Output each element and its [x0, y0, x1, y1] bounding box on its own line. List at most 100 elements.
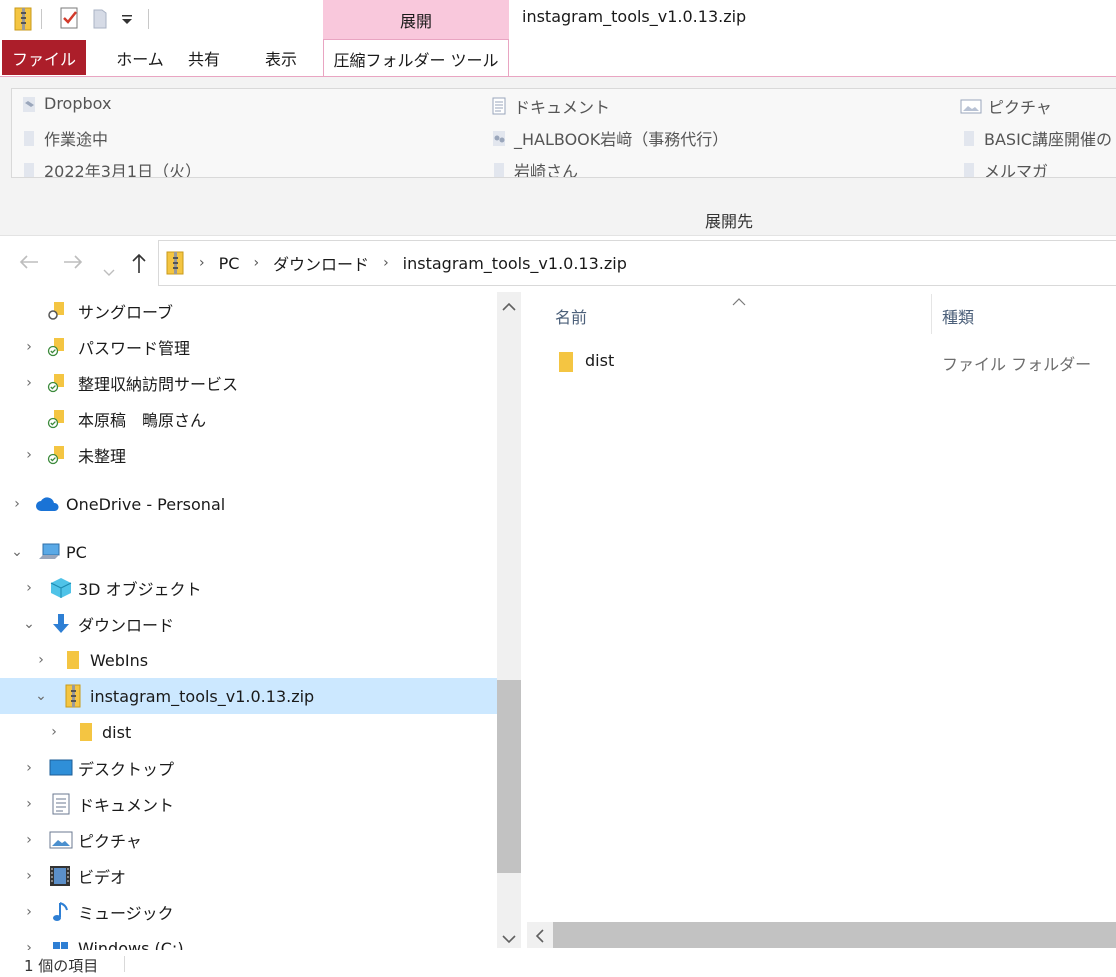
forward-arrow-icon[interactable] — [62, 252, 84, 276]
navigation-bar: › PC › ダウンロード › instagram_tools_v1.0.13.… — [0, 235, 1116, 291]
destination-item[interactable]: _HALBOOK岩﨑（事務代行） — [490, 126, 728, 150]
zip-folder-icon — [165, 250, 185, 276]
destination-item[interactable]: 岩崎さん — [490, 158, 579, 178]
destination-label: 岩崎さん — [514, 162, 579, 178]
tree-item[interactable]: 本原稿 鴫原さん — [0, 401, 497, 437]
expand-chevron-icon[interactable]: › — [21, 904, 37, 920]
column-header-name[interactable]: 名前 — [555, 304, 587, 328]
expand-chevron-icon[interactable]: › — [46, 724, 62, 740]
destination-item[interactable]: BASIC講座開催の — [960, 126, 1112, 150]
up-arrow-icon[interactable] — [130, 252, 148, 279]
tree-item[interactable]: ⌄ ダウンロード — [0, 606, 497, 642]
expand-chevron-icon[interactable]: › — [33, 652, 49, 668]
breadcrumb-downloads[interactable]: ダウンロード — [273, 251, 369, 275]
zip-folder-icon[interactable] — [12, 6, 34, 36]
tree-item[interactable]: › WebIns — [0, 642, 497, 678]
new-folder-icon[interactable] — [92, 6, 110, 34]
column-header-type[interactable]: 種類 — [942, 304, 974, 328]
tree-item-label: デスクトップ — [78, 760, 175, 779]
expand-chevron-icon[interactable]: › — [21, 339, 37, 355]
tree-scrollbar-thumb[interactable] — [497, 680, 521, 873]
tree-item-label: dist — [102, 722, 132, 742]
tree-item-pc[interactable]: ⌄ PC — [0, 534, 497, 570]
tree-item[interactable]: › 整理収納訪問サービス — [0, 365, 497, 401]
breadcrumb-chevron-icon[interactable]: › — [199, 255, 205, 271]
tree-item-label: OneDrive - Personal — [66, 494, 226, 514]
scroll-left-icon[interactable] — [535, 928, 545, 947]
tree-item[interactable]: › ミュージック — [0, 894, 497, 930]
breadcrumb-chevron-icon[interactable]: › — [383, 255, 389, 271]
tab-compressed-folder-tools[interactable]: 圧縮フォルダー ツール — [323, 39, 509, 77]
folder-icon — [556, 351, 576, 377]
tree-item[interactable]: › 3D オブジェクト — [0, 570, 497, 606]
column-divider[interactable] — [931, 294, 932, 334]
collapse-chevron-icon[interactable]: ⌄ — [33, 688, 49, 704]
tab-share[interactable]: 共有 — [168, 39, 240, 76]
tree-item-selected[interactable]: ⌄ instagram_tools_v1.0.13.zip — [0, 678, 497, 714]
destination-item[interactable]: ピクチャ — [960, 94, 1052, 118]
desktop-icon — [49, 758, 73, 778]
tree-item[interactable]: › ピクチャ — [0, 822, 497, 858]
tree-item-label: サングローブ — [78, 303, 174, 322]
customize-qat-icon[interactable] — [121, 11, 133, 30]
qat-separator — [41, 9, 42, 29]
back-arrow-icon[interactable] — [18, 252, 40, 276]
videos-icon — [49, 865, 71, 887]
list-item-type: ファイル フォルダー — [942, 355, 1092, 374]
expand-chevron-icon[interactable]: › — [9, 496, 25, 512]
scroll-down-icon[interactable] — [502, 930, 516, 948]
expand-chevron-icon[interactable]: › — [21, 796, 37, 812]
recent-locations-chevron-icon[interactable] — [103, 258, 115, 282]
destination-item[interactable]: 作業途中 — [20, 126, 108, 150]
destination-label: メルマガ — [984, 162, 1049, 178]
tree-item-label: ダウンロード — [78, 616, 175, 635]
tree-item-label: ビデオ — [78, 868, 127, 887]
scroll-up-icon[interactable] — [502, 298, 516, 316]
tab-file[interactable]: ファイル — [2, 40, 86, 75]
tree-item-label: 本原稿 鴫原さん — [78, 411, 207, 430]
scroll-left-button[interactable] — [527, 922, 553, 948]
destination-item[interactable]: 2022年3月1日（火） — [20, 158, 201, 177]
pc-icon — [37, 542, 61, 562]
tree-item-label: 整理収納訪問サービス — [78, 375, 239, 394]
expand-chevron-icon[interactable]: › — [21, 580, 37, 596]
tree-item[interactable]: サングローブ — [0, 293, 497, 329]
synced-folder-icon — [47, 337, 67, 357]
breadcrumb-current-zip[interactable]: instagram_tools_v1.0.13.zip — [403, 254, 627, 273]
extract-destination-gallery: Dropbox 作業途中 2022年3月1日（火） ドキュメント _HALBOO… — [11, 88, 1116, 178]
tree-item[interactable]: › デスクトップ — [0, 750, 497, 786]
expand-chevron-icon[interactable]: › — [21, 832, 37, 848]
tree-item-label: ピクチャ — [78, 832, 142, 851]
tree-item[interactable]: › ビデオ — [0, 858, 497, 894]
address-bar[interactable]: › PC › ダウンロード › instagram_tools_v1.0.13.… — [158, 240, 1116, 286]
tree-item-onedrive[interactable]: › OneDrive - Personal — [0, 486, 497, 522]
tree-item[interactable]: › パスワード管理 — [0, 329, 497, 365]
expand-chevron-icon[interactable]: › — [21, 375, 37, 391]
onedrive-icon — [35, 496, 61, 516]
tab-view[interactable]: 表示 — [245, 39, 317, 76]
synced-folder-icon — [47, 445, 67, 465]
status-divider — [124, 956, 125, 972]
collapse-chevron-icon[interactable]: ⌄ — [21, 616, 37, 632]
breadcrumb-pc[interactable]: PC — [219, 254, 240, 273]
destination-label: BASIC講座開催の — [984, 130, 1112, 149]
breadcrumb-chevron-icon[interactable]: › — [253, 255, 259, 271]
collapse-chevron-icon[interactable]: ⌄ — [9, 544, 25, 560]
item-count: 1 個の項目 — [24, 957, 99, 975]
tree-item[interactable]: › 未整理 — [0, 437, 497, 473]
properties-icon[interactable] — [59, 6, 81, 34]
folder-icon — [24, 163, 34, 177]
tree-item[interactable]: › ドキュメント — [0, 786, 497, 822]
tree-item[interactable]: › dist — [0, 714, 497, 750]
tree-item[interactable]: › Windows (C:) — [0, 930, 497, 953]
file-list-horizontal-scrollbar[interactable] — [527, 922, 1116, 948]
folder-icon — [964, 163, 974, 177]
destination-item[interactable]: メルマガ — [960, 158, 1049, 178]
destination-label: Dropbox — [44, 94, 112, 113]
expand-chevron-icon[interactable]: › — [21, 447, 37, 463]
expand-chevron-icon[interactable]: › — [21, 868, 37, 884]
destination-item[interactable]: Dropbox — [20, 94, 111, 113]
destination-item[interactable]: ドキュメント — [490, 94, 610, 118]
expand-chevron-icon[interactable]: › — [21, 760, 37, 776]
list-item[interactable]: dist ファイル フォルダー — [522, 346, 1116, 378]
